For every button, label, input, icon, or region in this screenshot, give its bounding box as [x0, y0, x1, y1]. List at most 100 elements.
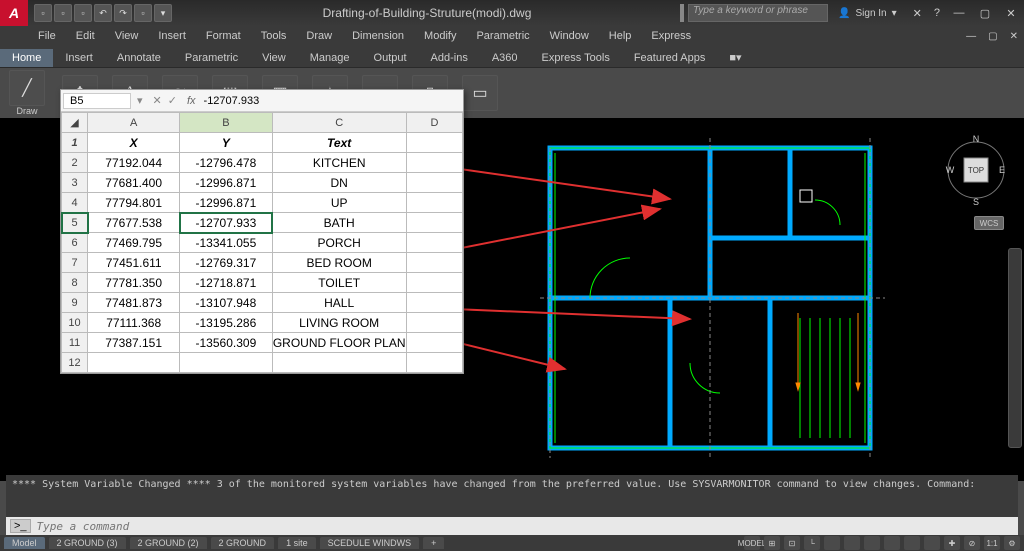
excel-enter-icon[interactable]: ✓ — [168, 94, 177, 107]
cell[interactable] — [406, 173, 462, 193]
row-header[interactable]: 5 — [62, 213, 88, 233]
row-header[interactable]: 9 — [62, 293, 88, 313]
tab-a360[interactable]: A360 — [480, 49, 530, 67]
help-search[interactable]: Type a keyword or phrase — [688, 4, 828, 22]
menu-parametric[interactable]: Parametric — [466, 28, 539, 44]
qat-open[interactable]: ▫ — [54, 4, 72, 22]
menu-dimension[interactable]: Dimension — [342, 28, 414, 44]
layout-tab[interactable]: SCEDULE WINDWS — [320, 537, 420, 549]
layout-tab[interactable]: 2 GROUND — [211, 537, 275, 549]
select-all-corner[interactable]: ◢ — [62, 113, 88, 133]
minimize-button[interactable]: — — [946, 0, 972, 26]
menu-file[interactable]: File — [28, 28, 66, 44]
menu-draw[interactable]: Draw — [296, 28, 342, 44]
cell[interactable]: BED ROOM — [272, 253, 406, 273]
tab-manage[interactable]: Manage — [298, 49, 362, 67]
navbar[interactable] — [1008, 248, 1022, 448]
wcs-label[interactable]: WCS — [974, 216, 1004, 230]
cell[interactable] — [406, 293, 462, 313]
menu-format[interactable]: Format — [196, 28, 251, 44]
cell[interactable]: -12996.871 — [180, 173, 272, 193]
close-button[interactable]: ✕ — [998, 0, 1024, 26]
cell[interactable]: 77469.795 — [88, 233, 180, 253]
qat-redo[interactable]: ↷ — [114, 4, 132, 22]
doc-minimize[interactable]: — — [960, 31, 982, 42]
command-history[interactable]: **** System Variable Changed **** 3 of t… — [6, 475, 1018, 517]
cell[interactable]: 77387.151 — [88, 333, 180, 353]
row-header[interactable]: 12 — [62, 353, 88, 373]
status-icon[interactable] — [904, 536, 920, 550]
cell[interactable] — [406, 333, 462, 353]
cell[interactable]: -13341.055 — [180, 233, 272, 253]
command-line[interactable]: >_ — [6, 517, 1018, 535]
cell[interactable]: HALL — [272, 293, 406, 313]
cell[interactable]: X — [88, 133, 180, 153]
qat-more[interactable]: ▾ — [154, 4, 172, 22]
cell[interactable] — [272, 353, 406, 373]
layout-tab-model[interactable]: Model — [4, 537, 45, 549]
menu-express[interactable]: Express — [641, 28, 701, 44]
col-header-a[interactable]: A — [88, 113, 180, 133]
cell[interactable]: PORCH — [272, 233, 406, 253]
layout-tab[interactable]: 1 site — [278, 537, 316, 549]
cell[interactable]: -12718.871 — [180, 273, 272, 293]
excel-name-box[interactable]: B5 — [63, 93, 131, 109]
menu-insert[interactable]: Insert — [148, 28, 196, 44]
cell[interactable] — [180, 353, 272, 373]
status-menu-icon[interactable]: ⚙ — [1004, 536, 1020, 550]
tab-featured[interactable]: Featured Apps — [622, 49, 718, 67]
exchange-icon[interactable]: ✕ — [907, 7, 928, 20]
status-icon[interactable] — [824, 536, 840, 550]
cell[interactable] — [88, 353, 180, 373]
tab-express[interactable]: Express Tools — [530, 49, 622, 67]
tool-base[interactable]: ▭ — [462, 75, 498, 111]
layout-tab[interactable]: 2 GROUND (2) — [130, 537, 207, 549]
qat-new[interactable]: ▫ — [34, 4, 52, 22]
cell[interactable]: -12707.933 — [180, 213, 272, 233]
menu-window[interactable]: Window — [540, 28, 599, 44]
layout-tab-add[interactable]: + — [423, 537, 444, 549]
tool-line[interactable]: ╱ — [9, 70, 45, 106]
cell[interactable]: UP — [272, 193, 406, 213]
cell[interactable]: 77781.350 — [88, 273, 180, 293]
cell[interactable] — [406, 233, 462, 253]
status-icon[interactable]: ✚ — [944, 536, 960, 550]
excel-cancel-icon[interactable]: ✕ — [153, 94, 162, 107]
status-gear-icon[interactable]: 1:1 — [984, 536, 1000, 550]
status-grid-icon[interactable]: ⊞ — [764, 536, 780, 550]
cell[interactable]: Text — [272, 133, 406, 153]
cell[interactable]: -13195.286 — [180, 313, 272, 333]
cell[interactable] — [406, 213, 462, 233]
cell[interactable]: -13560.309 — [180, 333, 272, 353]
menu-edit[interactable]: Edit — [66, 28, 105, 44]
layout-tab[interactable]: 2 GROUND (3) — [49, 537, 126, 549]
row-header[interactable]: 3 — [62, 173, 88, 193]
status-model[interactable]: MODEL — [744, 536, 760, 550]
cell[interactable] — [406, 273, 462, 293]
excel-fx-icon[interactable]: fx — [183, 95, 200, 107]
cell[interactable] — [406, 153, 462, 173]
row-header[interactable]: 4 — [62, 193, 88, 213]
maximize-button[interactable]: ▢ — [972, 0, 998, 26]
status-icon[interactable] — [844, 536, 860, 550]
cell[interactable] — [406, 133, 462, 153]
cell[interactable]: 77192.044 — [88, 153, 180, 173]
menu-view[interactable]: View — [105, 28, 149, 44]
tab-extra[interactable]: ■▾ — [717, 48, 753, 67]
cell[interactable]: GROUND FLOOR PLAN — [272, 333, 406, 353]
excel-formula-value[interactable]: -12707.933 — [200, 95, 264, 107]
status-scale[interactable]: ⊘ — [964, 536, 980, 550]
command-input[interactable] — [37, 520, 1014, 533]
viewcube[interactable]: TOP N S E W — [944, 130, 1008, 210]
qat-undo[interactable]: ↶ — [94, 4, 112, 22]
row-header[interactable]: 7 — [62, 253, 88, 273]
cell[interactable]: 77794.801 — [88, 193, 180, 213]
col-header-d[interactable]: D — [406, 113, 462, 133]
doc-close[interactable]: ✕ — [1004, 31, 1024, 42]
status-icon[interactable] — [884, 536, 900, 550]
row-header[interactable]: 8 — [62, 273, 88, 293]
row-header[interactable]: 6 — [62, 233, 88, 253]
tab-insert[interactable]: Insert — [53, 49, 105, 67]
row-header[interactable]: 10 — [62, 313, 88, 333]
cell[interactable] — [406, 353, 462, 373]
